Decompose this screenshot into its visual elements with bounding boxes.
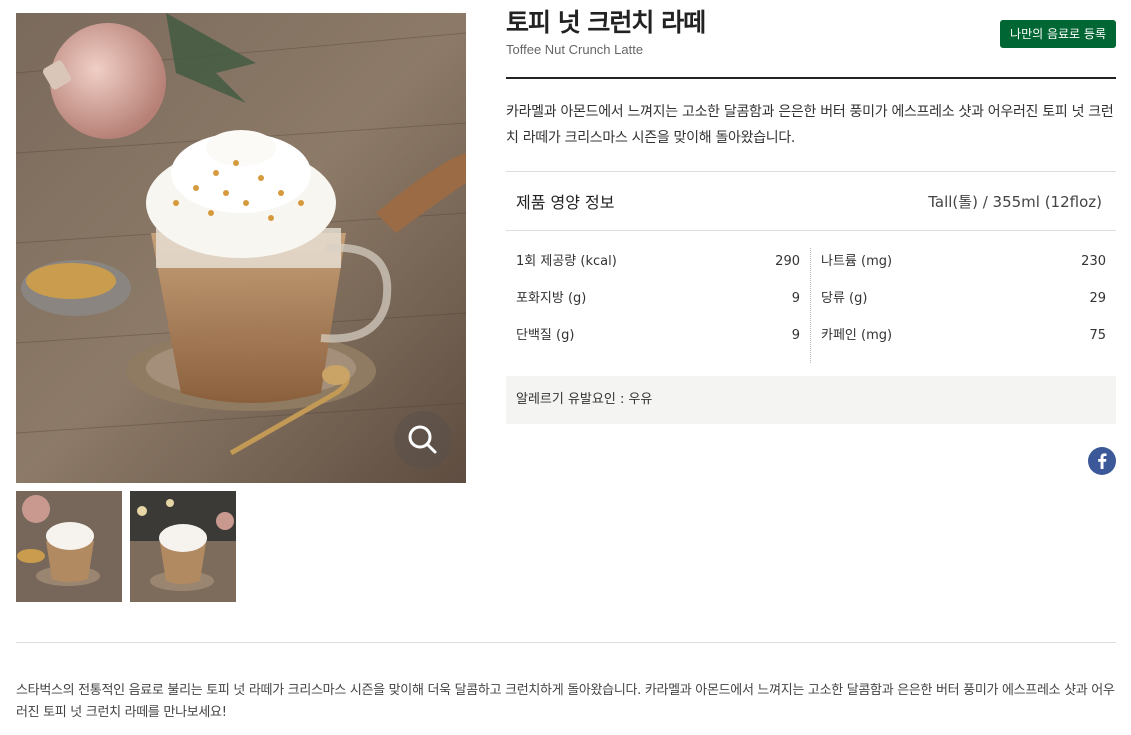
- facebook-share-button[interactable]: [1088, 447, 1116, 475]
- product-story: 스타벅스의 전통적인 음료로 불리는 토피 넛 라떼가 크리스마스 시즌을 맞이…: [16, 683, 1115, 720]
- thumbnail-image: [130, 491, 236, 602]
- nutrition-label: 당류 (g): [821, 291, 868, 306]
- thumbnail-list: [16, 491, 236, 602]
- nutrition-row: 1회 제공량 (kcal) 290: [516, 248, 800, 285]
- nutrition-row: 카페인 (mg) 75: [821, 322, 1106, 359]
- section-divider: [16, 642, 1116, 643]
- nutrition-row: 단백질 (g) 9: [516, 322, 800, 359]
- share-area: [506, 424, 1116, 475]
- nutrition-label: 1회 제공량 (kcal): [516, 254, 617, 269]
- nutrition-column-left: 1회 제공량 (kcal) 290 포화지방 (g) 9 단백질 (g) 9: [506, 248, 811, 363]
- nutrition-column-right: 나트륨 (mg) 230 당류 (g) 29 카페인 (mg) 75: [811, 248, 1116, 379]
- thumbnail-1[interactable]: [16, 491, 122, 602]
- nutrition-label: 단백질 (g): [516, 328, 575, 343]
- nutrition-header: 제품 영양 정보 Tall(톨) / 355ml (12floz): [506, 172, 1116, 231]
- nutrition-table: 1회 제공량 (kcal) 290 포화지방 (g) 9 단백질 (g) 9 나…: [506, 231, 1116, 379]
- serving-size: Tall(톨) / 355ml (12floz): [928, 192, 1102, 211]
- nutrition-value: 290: [775, 254, 800, 269]
- nutrition-title: 제품 영양 정보: [516, 193, 615, 212]
- nutrition-value: 9: [791, 291, 800, 306]
- nutrition-value: 9: [791, 328, 800, 343]
- nutrition-row: 나트륨 (mg) 230: [821, 248, 1106, 285]
- product-main-image: [16, 13, 466, 483]
- register-my-drink-button[interactable]: 나만의 음료로 등록: [1000, 20, 1116, 48]
- nutrition-row: 당류 (g) 29: [821, 285, 1106, 322]
- nutrition-value: 75: [1089, 328, 1106, 343]
- nutrition-value: 230: [1081, 254, 1106, 269]
- allergy-info: 알레르기 유발요인 : 우유: [506, 376, 1116, 424]
- nutrition-label: 나트륨 (mg): [821, 254, 893, 269]
- product-info: 토피 넛 크런치 라떼 Toffee Nut Crunch Latte 나만의 …: [506, 8, 1116, 475]
- thumbnail-image: [16, 491, 122, 602]
- nutrition-row: 포화지방 (g) 9: [516, 285, 800, 322]
- title-row: 토피 넛 크런치 라떼 Toffee Nut Crunch Latte 나만의 …: [506, 8, 1116, 79]
- zoom-button[interactable]: [394, 411, 452, 469]
- facebook-icon: [1098, 453, 1107, 469]
- nutrition-label: 포화지방 (g): [516, 291, 587, 306]
- nutrition-label: 카페인 (mg): [821, 328, 893, 343]
- nutrition-value: 29: [1089, 291, 1106, 306]
- magnifier-icon: [408, 425, 437, 454]
- thumbnail-2[interactable]: [130, 491, 236, 602]
- product-description: 카라멜과 아몬드에서 느껴지는 고소한 달콤함과 은은한 버터 풍미가 에스프레…: [506, 79, 1116, 172]
